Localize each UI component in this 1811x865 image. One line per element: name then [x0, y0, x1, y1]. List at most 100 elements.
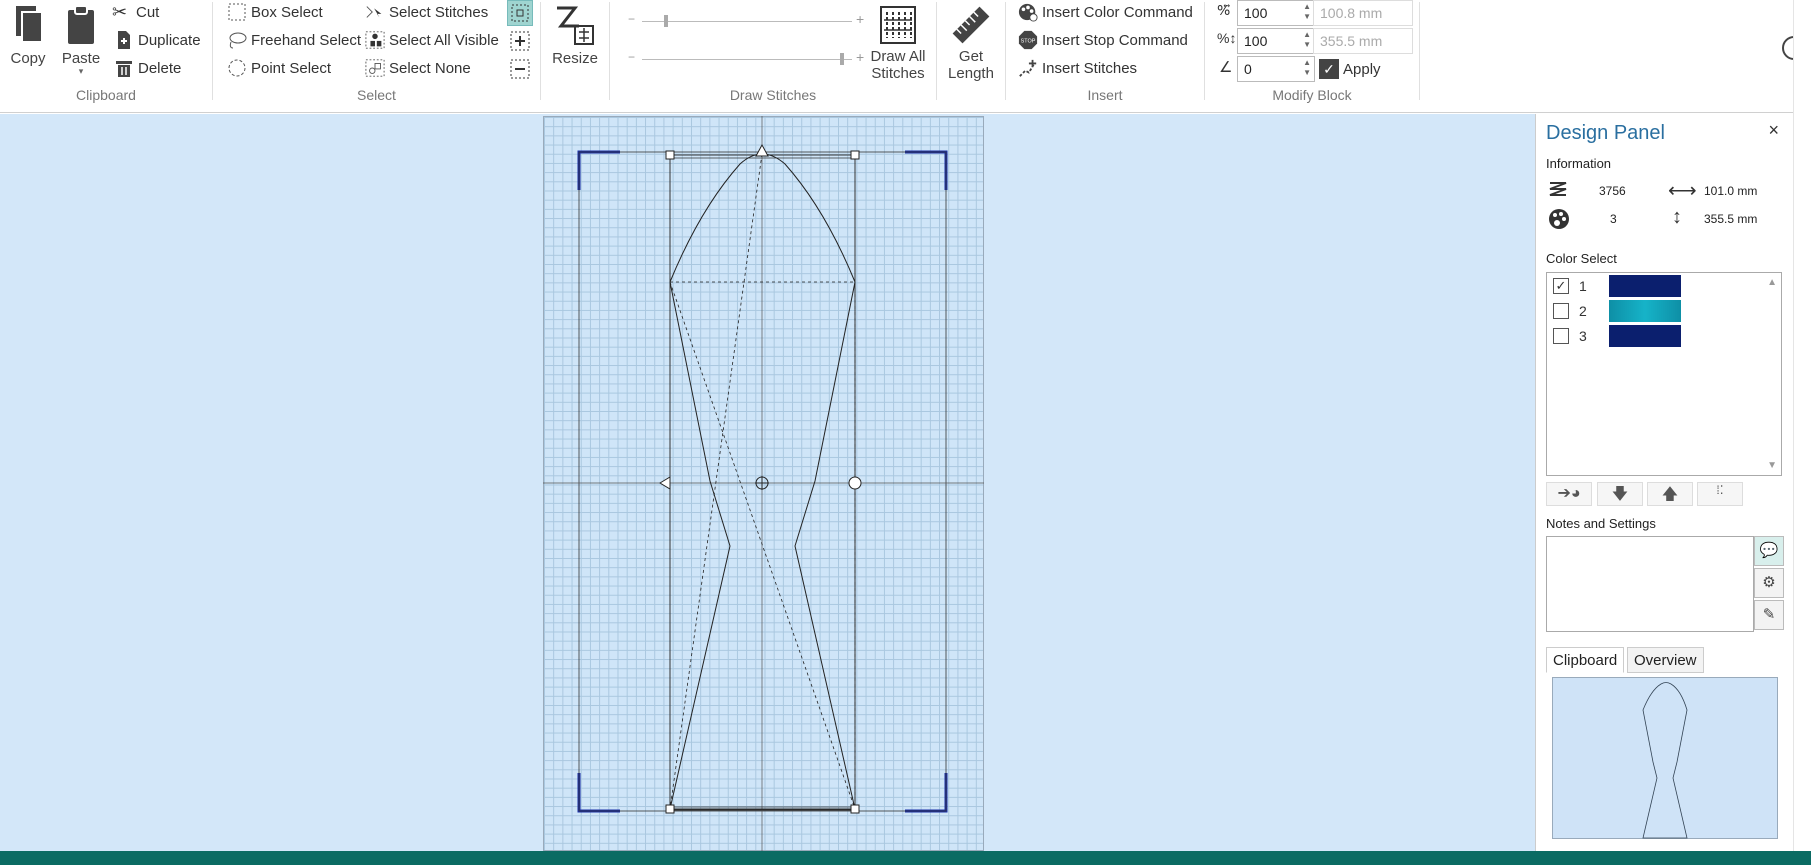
cut-icon: ✂ [112, 2, 128, 22]
select-stitches-button[interactable]: Select Stitches [365, 2, 488, 22]
color-checkbox[interactable]: ✓ [1553, 278, 1569, 294]
resize-icon [557, 6, 594, 45]
select-group: Box Select Freehand Select Point Select … [213, 0, 540, 113]
sort-colors-button[interactable]: ⁞⁚ [1697, 482, 1743, 506]
draw-all-stitches-button[interactable]: Draw All Stitches [866, 4, 930, 82]
vertical-scrollbar[interactable] [1793, 0, 1811, 851]
notes-button[interactable]: 💬 [1754, 536, 1784, 566]
move-down-button[interactable]: 🡇 [1597, 482, 1643, 506]
apply-button[interactable]: ✓ Apply [1319, 59, 1381, 79]
scroll-down-icon[interactable]: ▼ [1767, 460, 1777, 471]
draw-all-label: Draw All [870, 48, 926, 65]
stitch-count-value: 3756 [1599, 184, 1626, 198]
height-percent-spinner[interactable]: ▲ ▼ [1303, 30, 1311, 50]
ribbon: Copy Paste ▾ ✂ Cut Duplicate Delete Clip… [0, 0, 1811, 113]
get-length-label-1: Get [958, 48, 984, 65]
insert-color-command-button[interactable]: Insert Color Command [1018, 2, 1193, 22]
cut-button[interactable]: ✂ Cut [112, 2, 159, 22]
status-bar [0, 851, 1811, 865]
design-canvas[interactable] [0, 114, 1535, 851]
insert-color-icon [1018, 3, 1038, 22]
height-percent-input[interactable]: 100 ▲ ▼ [1237, 28, 1315, 54]
select-none-label: Select None [389, 59, 471, 77]
draw-all-stitches-label: Stitches [871, 65, 925, 82]
rotation-spinner[interactable]: ▲ ▼ [1303, 58, 1311, 78]
move-up-button[interactable]: 🡅 [1647, 482, 1693, 506]
checkbox-icon: ✓ [1319, 59, 1339, 79]
copy-button[interactable]: Copy [4, 4, 52, 67]
change-color-button[interactable]: ➔◕ [1546, 482, 1592, 506]
design-outline[interactable] [0, 114, 1535, 851]
resize-button[interactable]: Resize [549, 2, 601, 67]
height-scale-icon: %↕ [1217, 30, 1237, 46]
color-checkbox[interactable] [1553, 303, 1569, 319]
tab-clipboard[interactable]: Clipboard [1546, 647, 1625, 673]
select-mode-toggle[interactable] [507, 0, 533, 26]
select-all-visible-button[interactable]: Select All Visible [365, 30, 499, 50]
duplicate-button[interactable]: Duplicate [114, 30, 201, 50]
add-icon [510, 31, 530, 51]
color-select-heading: Color Select [1546, 251, 1617, 266]
select-stitches-label: Select Stitches [389, 3, 489, 21]
draw-start-thumb[interactable] [664, 15, 668, 27]
clipboard-group-label: Clipboard [76, 87, 136, 103]
edit-button[interactable]: ✎ [1754, 600, 1784, 630]
delete-icon [116, 61, 132, 77]
color-swatch [1609, 325, 1681, 347]
insert-group: Insert Color Command STOP Insert Stop Co… [1006, 0, 1204, 113]
copy-label: Copy [10, 50, 46, 67]
color-list[interactable]: ✓ 1 2 3 ▲ ▼ [1546, 272, 1782, 476]
tab-overview[interactable]: Overview [1627, 647, 1704, 673]
delete-button[interactable]: Delete [114, 58, 181, 78]
add-to-selection-button[interactable] [509, 30, 531, 52]
width-percent-input[interactable]: 100 ▲ ▼ [1237, 0, 1315, 26]
point-select-button[interactable]: Point Select [227, 58, 331, 78]
draw-end-slider[interactable]: − + [628, 49, 866, 66]
color-row-3[interactable]: 3 [1547, 325, 1681, 347]
freehand-select-icon [229, 32, 247, 49]
insert-stop-label: Insert Stop Command [1042, 31, 1188, 49]
box-select-button[interactable]: Box Select [227, 2, 323, 22]
freehand-select-button[interactable]: Freehand Select [227, 30, 361, 50]
draw-end-thumb[interactable] [840, 53, 844, 65]
remove-from-selection-button[interactable] [509, 58, 531, 80]
gear-icon: ⚙ [1762, 574, 1776, 591]
height-mm-value: 355.5 mm [1320, 33, 1383, 49]
width-arrow-icon: ⟷ [1668, 180, 1697, 202]
color-checkbox[interactable] [1553, 328, 1569, 344]
settings-button[interactable]: ⚙ [1754, 568, 1784, 598]
ruler-icon [952, 6, 990, 44]
select-all-visible-label: Select All Visible [389, 31, 499, 49]
information-heading: Information [1546, 156, 1612, 171]
rotation-input[interactable]: 0 ▲ ▼ [1237, 56, 1315, 82]
clipboard-preview [1552, 677, 1778, 839]
rotation-icon: ∠ [1219, 59, 1233, 76]
insert-stitches-button[interactable]: Insert Stitches [1018, 58, 1137, 78]
insert-stitches-icon [1019, 59, 1037, 77]
color-row-2[interactable]: 2 [1547, 300, 1681, 322]
resize-label: Resize [552, 50, 598, 67]
get-length-label-2: Length [948, 65, 994, 82]
select-none-button[interactable]: Select None [365, 58, 471, 78]
duplicate-icon [118, 31, 130, 49]
design-width-value: 101.0 mm [1704, 184, 1758, 198]
height-mm-input: 355.5 mm [1313, 28, 1413, 54]
color-row-1[interactable]: ✓ 1 [1547, 275, 1681, 297]
height-arrow-icon: ↕ [1672, 206, 1682, 228]
notes-textarea[interactable] [1546, 536, 1754, 632]
cut-label: Cut [136, 3, 160, 21]
insert-group-label: Insert [1087, 87, 1123, 103]
width-percent-spinner[interactable]: ▲ ▼ [1303, 2, 1311, 22]
select-mode-icon [511, 4, 529, 22]
copy-icon [16, 6, 43, 43]
draw-stitches-group: − + − + Draw All Stitches Draw Stitches [610, 0, 936, 113]
close-icon[interactable]: × [1768, 120, 1779, 141]
paste-button[interactable]: Paste ▾ [58, 4, 104, 76]
scroll-up-icon[interactable]: ▲ [1767, 277, 1777, 288]
color-count-value: 3 [1610, 212, 1617, 226]
color-swatch [1609, 275, 1681, 297]
paste-dropdown-icon[interactable]: ▾ [58, 67, 104, 76]
select-all-visible-icon [365, 31, 385, 49]
insert-stop-command-button[interactable]: STOP Insert Stop Command [1018, 30, 1188, 50]
get-length-button[interactable]: Get Length [943, 4, 999, 82]
